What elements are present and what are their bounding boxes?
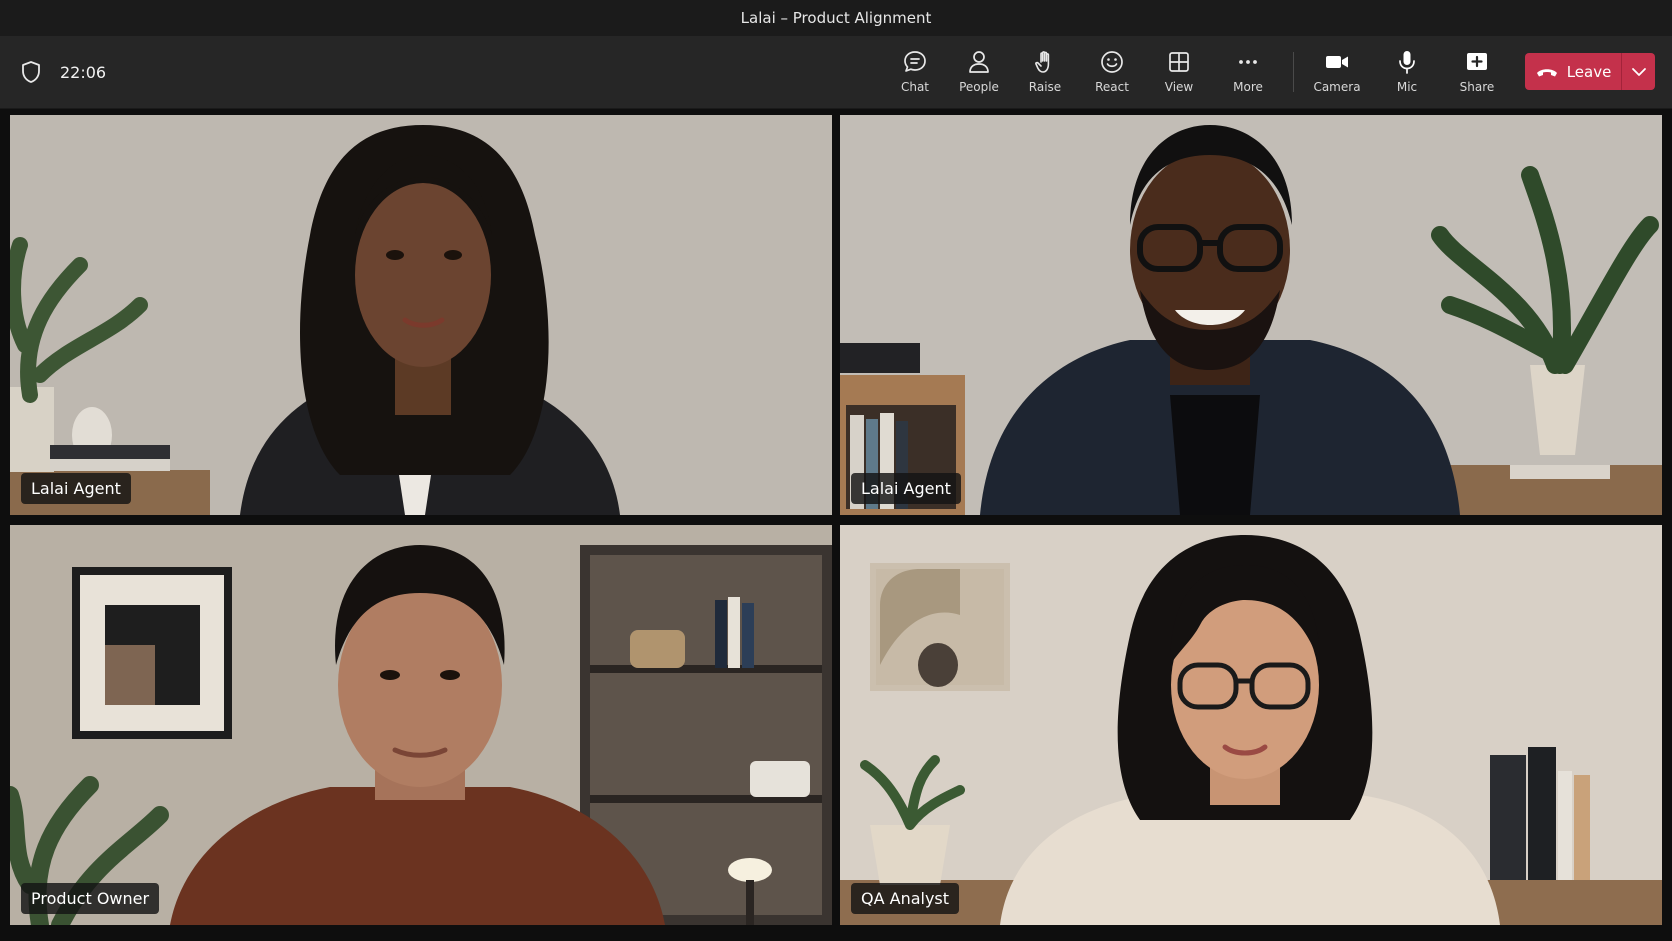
participant-tile[interactable]: Lalai Agent — [10, 115, 832, 515]
phone-hangup-icon — [1535, 65, 1559, 79]
people-button-label: People — [959, 80, 999, 94]
participant-video — [840, 115, 1662, 515]
react-button-label: React — [1095, 80, 1129, 94]
toolbar-divider — [1293, 52, 1294, 92]
view-button-label: View — [1164, 80, 1194, 94]
grid-icon — [1165, 48, 1193, 76]
share-icon — [1463, 48, 1491, 76]
meeting-toolbar: 22:06 Chat People Raise React View More … — [0, 36, 1672, 109]
chat-button-label: Chat — [900, 80, 930, 94]
window-title: Lalai – Product Alignment — [740, 9, 932, 27]
people-icon — [965, 48, 993, 76]
participant-video — [840, 525, 1662, 925]
more-button[interactable]: More — [1216, 44, 1280, 100]
title-bar: Lalai – Product Alignment — [0, 0, 1672, 36]
camera-icon — [1323, 48, 1351, 76]
video-grid: Lalai Agent Lalai Agent Product Owner QA… — [0, 109, 1672, 941]
camera-button[interactable]: Camera — [1305, 44, 1369, 100]
meeting-timer: 22:06 — [60, 62, 107, 82]
toolbar-left: 22:06 — [20, 36, 106, 108]
participant-video — [10, 525, 832, 925]
participant-name-tag: QA Analyst — [851, 883, 960, 914]
mic-icon — [1393, 48, 1421, 76]
people-button[interactable]: People — [947, 44, 1011, 100]
participant-name-tag: Product Owner — [21, 883, 160, 914]
share-button[interactable]: Share — [1445, 44, 1509, 100]
hand-icon — [1031, 48, 1059, 76]
participant-tile[interactable]: Lalai Agent — [840, 115, 1662, 515]
share-button-label: Share — [1459, 80, 1495, 94]
chat-icon — [901, 48, 929, 76]
mic-button[interactable]: Mic — [1375, 44, 1439, 100]
shield-icon[interactable] — [20, 60, 42, 84]
more-icon — [1234, 48, 1262, 76]
leave-button-group: Leave — [1525, 53, 1655, 90]
participant-name-tag: Lalai Agent — [21, 473, 131, 504]
camera-button-label: Camera — [1313, 80, 1361, 94]
view-button[interactable]: View — [1147, 44, 1211, 100]
participant-video — [10, 115, 832, 515]
participant-tile[interactable]: QA Analyst — [840, 525, 1662, 925]
chevron-down-icon — [1631, 67, 1647, 77]
chat-button[interactable]: Chat — [883, 44, 947, 100]
react-button[interactable]: React — [1080, 44, 1144, 100]
leave-options-button[interactable] — [1621, 53, 1655, 90]
raise-hand-button[interactable]: Raise — [1013, 44, 1077, 100]
participant-tile[interactable]: Product Owner — [10, 525, 832, 925]
leave-button-label: Leave — [1566, 62, 1612, 81]
raise-button-label: Raise — [1028, 80, 1062, 94]
participant-name-tag: Lalai Agent — [851, 473, 961, 504]
mic-button-label: Mic — [1396, 80, 1418, 94]
more-button-label: More — [1233, 80, 1263, 94]
leave-button[interactable]: Leave — [1525, 53, 1621, 90]
smile-icon — [1098, 48, 1126, 76]
